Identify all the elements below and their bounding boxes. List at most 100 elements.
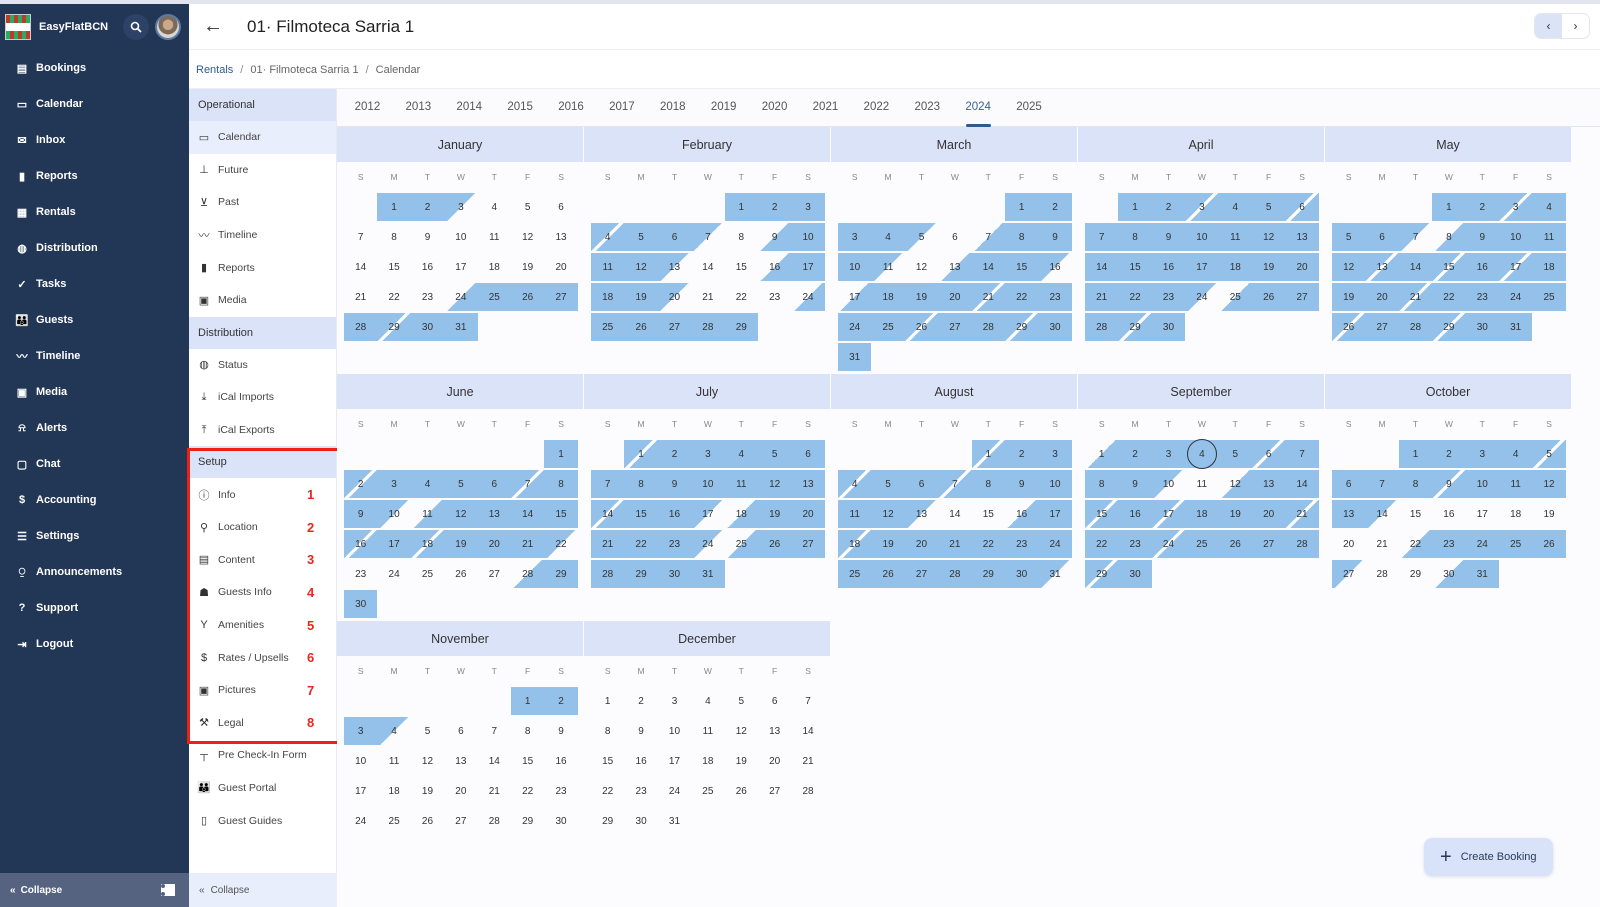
day-cell[interactable]: 16 — [624, 746, 657, 776]
day-cell[interactable]: 10 — [838, 252, 872, 282]
day-cell[interactable]: 16 — [757, 252, 792, 282]
day-cell[interactable]: 16 — [1432, 499, 1465, 529]
day-cell[interactable]: 15 — [624, 499, 658, 529]
day-cell[interactable]: 8 — [544, 469, 578, 499]
sidebar-item-calendar[interactable]: ▭ Calendar — [0, 86, 189, 122]
day-cell[interactable]: 17 — [1466, 499, 1499, 529]
day-cell[interactable]: 25 — [411, 559, 444, 589]
day-cell[interactable]: 8 — [591, 716, 624, 746]
day-cell[interactable]: 6 — [477, 469, 511, 499]
day-cell[interactable]: 1 — [377, 192, 411, 222]
day-cell[interactable]: 6 — [544, 192, 577, 222]
day-cell[interactable]: 11 — [838, 499, 872, 529]
day-cell[interactable]: 15 — [972, 499, 1005, 529]
day-cell[interactable]: 15 — [1004, 252, 1039, 282]
day-cell[interactable]: 22 — [591, 776, 624, 806]
day-cell[interactable]: 4 — [871, 222, 905, 252]
user-avatar[interactable] — [155, 14, 181, 40]
day-cell[interactable]: 14 — [1085, 252, 1119, 282]
day-cell[interactable]: 20 — [544, 252, 577, 282]
year-tab-2013[interactable]: 2013 — [393, 89, 444, 127]
day-cell[interactable]: 22 — [1085, 529, 1119, 559]
day-cell[interactable]: 6 — [1332, 469, 1366, 499]
day-cell[interactable]: 7 — [791, 686, 824, 716]
subnav-item-ical-exports[interactable]: ⤒ iCal Exports — [189, 414, 336, 447]
day-cell[interactable]: 21 — [938, 529, 972, 559]
day-cell[interactable]: 8 — [1085, 469, 1119, 499]
day-cell[interactable]: 23 — [1004, 529, 1039, 559]
subnav-item-pre-check-in-form[interactable]: ┬ Pre Check-In Form — [189, 739, 336, 772]
year-tab-2022[interactable]: 2022 — [851, 89, 902, 127]
day-cell[interactable]: 11 — [377, 746, 410, 776]
day-cell[interactable]: 2 — [1465, 192, 1499, 222]
day-cell[interactable]: 27 — [1285, 282, 1319, 312]
day-cell[interactable]: 31 — [1498, 312, 1533, 342]
day-cell[interactable]: 9 — [624, 716, 657, 746]
day-cell[interactable]: 26 — [1332, 312, 1366, 342]
day-cell[interactable]: 16 — [344, 529, 378, 559]
day-cell[interactable]: 7 — [478, 716, 511, 746]
year-tab-2012[interactable]: 2012 — [342, 89, 393, 127]
day-cell[interactable]: 2 — [657, 439, 692, 469]
day-cell[interactable]: 29 — [971, 559, 1005, 589]
day-cell[interactable]: 6 — [791, 439, 825, 469]
day-cell[interactable]: 25 — [377, 806, 410, 836]
year-tab-2017[interactable]: 2017 — [596, 89, 647, 127]
day-cell[interactable]: 26 — [444, 559, 477, 589]
create-booking-button[interactable]: + Create Booking — [1424, 838, 1553, 876]
day-cell[interactable]: 22 — [1118, 282, 1152, 312]
day-cell[interactable]: 30 — [1118, 559, 1152, 589]
day-cell[interactable]: 3 — [377, 469, 411, 499]
day-cell[interactable]: 18 — [1499, 499, 1532, 529]
day-cell[interactable]: 13 — [657, 252, 692, 282]
day-cell[interactable]: 26 — [1532, 529, 1566, 559]
day-cell[interactable]: 7 — [691, 222, 725, 252]
day-cell[interactable]: 22 — [1432, 282, 1466, 312]
day-cell[interactable]: 11 — [691, 716, 724, 746]
day-cell[interactable]: 6 — [904, 469, 939, 499]
day-cell[interactable]: 28 — [1085, 312, 1119, 342]
day-cell[interactable]: 4 — [410, 469, 445, 499]
day-cell[interactable]: 17 — [1038, 499, 1072, 529]
day-cell[interactable]: 21 — [1365, 529, 1398, 559]
day-cell[interactable]: 30 — [624, 806, 657, 836]
day-cell[interactable]: 3 — [838, 222, 872, 252]
day-cell[interactable]: 16 — [1151, 252, 1186, 282]
day-cell[interactable]: 3 — [1185, 192, 1219, 222]
day-cell[interactable]: 20 — [1365, 282, 1399, 312]
year-tab-2014[interactable]: 2014 — [444, 89, 495, 127]
day-cell[interactable]: 26 — [624, 312, 658, 342]
day-cell[interactable]: 9 — [1038, 222, 1072, 252]
day-cell[interactable]: 1 — [1085, 439, 1119, 469]
day-cell[interactable]: 2 — [1118, 439, 1152, 469]
day-cell[interactable]: 9 — [1118, 469, 1152, 499]
day-cell[interactable]: 25 — [1218, 282, 1252, 312]
day-cell[interactable]: 24 — [1151, 529, 1186, 559]
day-cell[interactable]: 10 — [344, 746, 377, 776]
sidebar-item-chat[interactable]: ▢ Chat — [0, 446, 189, 482]
subnav-item-guests-info[interactable]: ☗ Guests Info 4 — [189, 576, 336, 609]
day-cell[interactable]: 18 — [1185, 499, 1219, 529]
day-cell[interactable]: 28 — [971, 312, 1005, 342]
day-cell[interactable]: 20 — [1251, 499, 1286, 529]
subnav-item-guest-portal[interactable]: 👪 Guest Portal — [189, 772, 336, 805]
subnav-item-location[interactable]: ⚲ Location 2 — [189, 511, 336, 544]
day-cell[interactable]: 8 — [725, 222, 758, 252]
day-cell[interactable]: 23 — [1038, 282, 1072, 312]
day-cell[interactable]: 9 — [411, 222, 444, 252]
back-button[interactable]: ← — [193, 7, 233, 47]
day-cell[interactable]: 23 — [411, 282, 444, 312]
day-cell[interactable]: 21 — [1085, 282, 1119, 312]
day-cell[interactable]: 20 — [904, 529, 939, 559]
day-cell[interactable]: 18 — [1218, 252, 1252, 282]
year-tab-2015[interactable]: 2015 — [495, 89, 546, 127]
day-cell[interactable]: 13 — [444, 746, 477, 776]
sidebar-item-guests[interactable]: 👪 Guests — [0, 302, 189, 338]
sidebar-item-logout[interactable]: ⇥ Logout — [0, 626, 189, 662]
subnav-item-content[interactable]: ▤ Content 3 — [189, 544, 336, 577]
day-cell[interactable]: 17 — [791, 252, 825, 282]
subnav-item-ical-imports[interactable]: ⤓ iCal Imports — [189, 381, 336, 414]
day-cell[interactable]: 1 — [1398, 439, 1433, 469]
day-cell[interactable]: 19 — [444, 529, 478, 559]
day-cell[interactable]: 12 — [624, 252, 658, 282]
